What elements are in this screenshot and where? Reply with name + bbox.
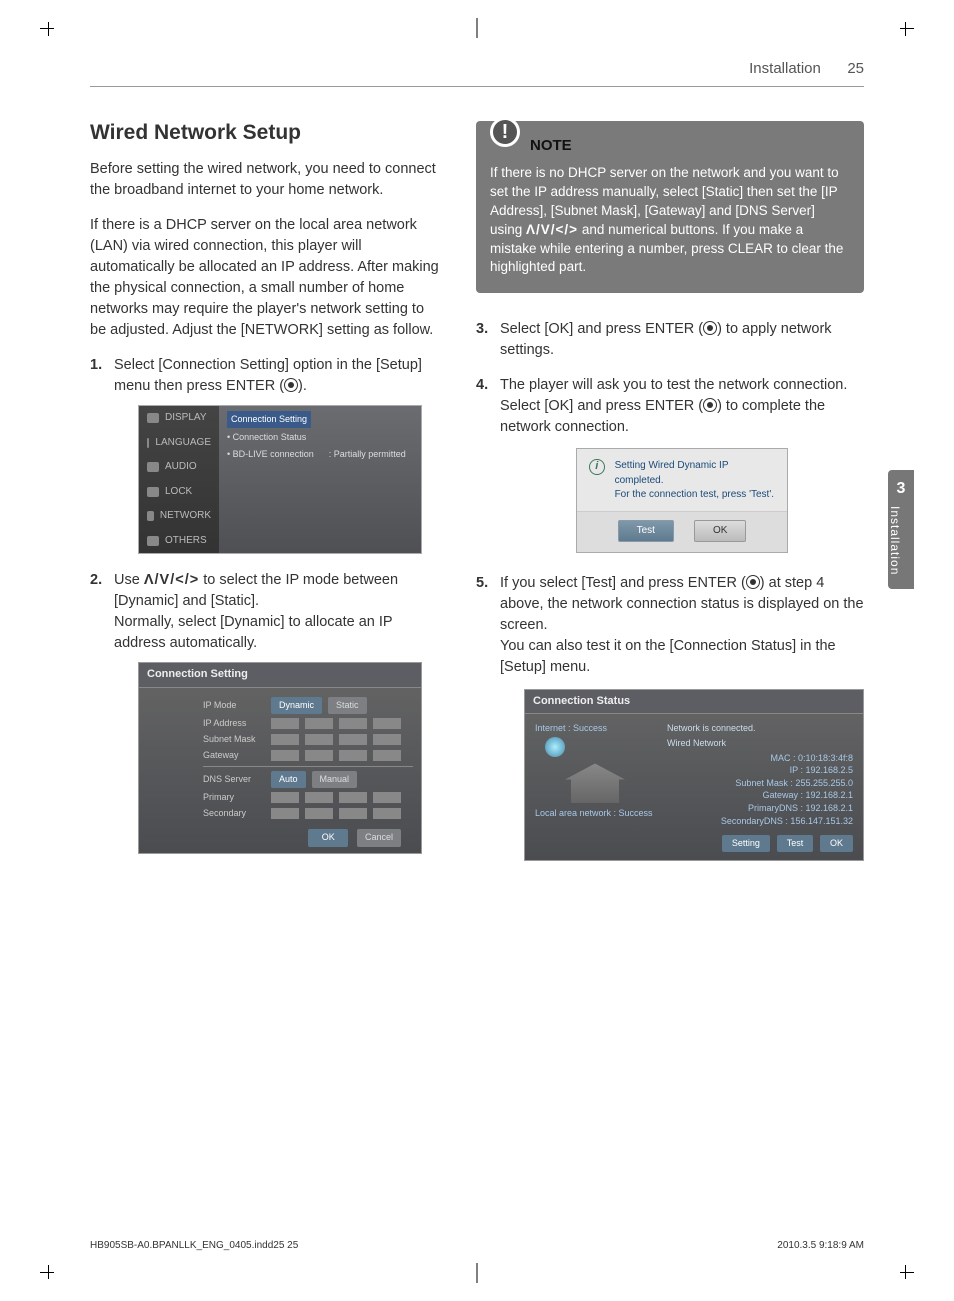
gateway-label: Gateway	[203, 749, 265, 762]
test-line-1: Setting Wired Dynamic IP completed.	[615, 459, 775, 488]
enter-icon	[703, 321, 717, 335]
internet-status: Internet : Success	[535, 722, 655, 735]
step-1: Select [Connection Setting] option in th…	[90, 355, 444, 554]
pdns-value: PrimaryDNS : 192.168.2.1	[667, 802, 853, 815]
mask-value: Subnet Mask : 255.255.255.0	[667, 777, 853, 790]
dns-label: DNS Server	[203, 773, 265, 786]
menu-display: DISPLAY	[139, 406, 219, 431]
info-icon: i	[589, 459, 605, 475]
language-icon	[147, 438, 149, 448]
side-tab: 3 Installation	[888, 470, 914, 589]
enter-icon	[284, 378, 298, 392]
step-1-text-b: ).	[298, 378, 307, 394]
test-button: Test	[618, 520, 674, 543]
test-button: Test	[777, 835, 814, 852]
footer-right: 2010.3.5 9:18:9 AM	[777, 1240, 864, 1251]
page-header: Installation 25	[90, 60, 864, 87]
ip-value: IP : 192.168.2.5	[667, 764, 853, 777]
menu-lock: LOCK	[139, 480, 219, 505]
display-icon	[147, 413, 159, 423]
intro-para-1: Before setting the wired network, you ne…	[90, 159, 444, 201]
connected-label: Network is connected.	[667, 722, 853, 735]
setup-menu-screenshot: DISPLAY LANGUAGE AUDIO LOCK NETWORK OTHE…	[138, 405, 422, 554]
menu-language: LANGUAGE	[139, 431, 219, 456]
ok-button: OK	[694, 520, 746, 543]
secondary-label: Secondary	[203, 807, 265, 820]
menu-audio: AUDIO	[139, 455, 219, 480]
note-box: ! NOTE If there is no DHCP server on the…	[476, 121, 864, 293]
bdlive-value: : Partially permitted	[329, 449, 406, 459]
test-line-2: For the connection test, press 'Test'.	[615, 488, 775, 503]
audio-icon	[147, 462, 159, 472]
subnet-label: Subnet Mask	[203, 733, 265, 746]
side-tab-label: Installation	[888, 506, 902, 575]
page-footer: HB905SB-A0.BPANLLK_ENG_0405.indd25 25 20…	[90, 1240, 864, 1251]
gw-value: Gateway : 192.168.2.1	[667, 789, 853, 802]
lock-icon	[147, 487, 159, 497]
status-title: Connection Status	[525, 690, 863, 715]
mac-value: MAC : 0:10:18:3:4f:8	[667, 752, 853, 765]
conn-title: Connection Setting	[139, 663, 421, 688]
intro-para-2: If there is a DHCP server on the local a…	[90, 215, 444, 341]
step-3-text-a: Select [OK] and press ENTER (	[500, 321, 703, 337]
house-icon	[565, 763, 625, 803]
cancel-button: Cancel	[357, 829, 401, 846]
connection-status-line: Connection Status	[233, 432, 307, 442]
note-title: NOTE	[530, 135, 572, 156]
footer-left: HB905SB-A0.BPANLLK_ENG_0405.indd25 25	[90, 1240, 298, 1251]
dynamic-button: Dynamic	[271, 697, 322, 714]
section-title: Wired Network Setup	[90, 121, 444, 145]
connection-status-screenshot: Connection Status Internet : Success Loc…	[524, 689, 864, 862]
static-button: Static	[328, 697, 367, 714]
header-page-number: 25	[847, 60, 864, 77]
step-4: The player will ask you to test the netw…	[476, 375, 864, 553]
step-5-text-c: You can also test it on the [Connection …	[500, 638, 836, 675]
left-column: Wired Network Setup Before setting the w…	[90, 121, 444, 875]
direction-glyph: Λ/V/</>	[526, 222, 578, 237]
menu-others: OTHERS	[139, 529, 219, 554]
step-2-text-a: Use	[114, 572, 144, 588]
enter-icon	[746, 575, 760, 589]
step-2-text-c: Normally, select [Dynamic] to allocate a…	[114, 614, 392, 651]
connection-setting-screenshot: Connection Setting IP Mode Dynamic Stati…	[138, 662, 422, 853]
step-5-text-a: If you select [Test] and press ENTER (	[500, 575, 746, 591]
ipmode-label: IP Mode	[203, 699, 265, 712]
note-bang-icon: !	[490, 117, 520, 147]
direction-glyph: Λ/V/</>	[144, 572, 199, 588]
globe-icon	[545, 737, 565, 757]
setting-button: Setting	[722, 835, 770, 852]
network-icon	[147, 511, 154, 521]
step-1-text-a: Select [Connection Setting] option in th…	[114, 357, 422, 394]
ok-button: OK	[308, 829, 348, 846]
manual-button: Manual	[312, 771, 358, 788]
ok-button: OK	[820, 835, 853, 852]
steps-list-left: Select [Connection Setting] option in th…	[90, 355, 444, 853]
auto-button: Auto	[271, 771, 306, 788]
wired-label: Wired Network	[667, 737, 853, 750]
header-section: Installation	[749, 60, 821, 77]
ipaddr-label: IP Address	[203, 717, 265, 730]
step-5: If you select [Test] and press ENTER () …	[476, 573, 864, 861]
enter-icon	[703, 398, 717, 412]
lan-status: Local area network : Success	[535, 807, 655, 820]
test-dialog-screenshot: i Setting Wired Dynamic IP completed. Fo…	[576, 448, 788, 553]
bdlive-label: BD-LIVE connection	[233, 449, 314, 459]
side-tab-number: 3	[888, 480, 914, 498]
right-column: ! NOTE If there is no DHCP server on the…	[476, 121, 864, 875]
others-icon	[147, 536, 159, 546]
step-2: Use Λ/V/</> to select the IP mode betwee…	[90, 570, 444, 853]
menu-network: NETWORK	[139, 504, 219, 529]
primary-label: Primary	[203, 791, 265, 804]
connection-setting-selected: Connection Setting	[227, 411, 311, 428]
steps-list-right: Select [OK] and press ENTER () to apply …	[476, 319, 864, 861]
sdns-value: SecondaryDNS : 156.147.151.32	[667, 815, 853, 828]
step-3: Select [OK] and press ENTER () to apply …	[476, 319, 864, 361]
